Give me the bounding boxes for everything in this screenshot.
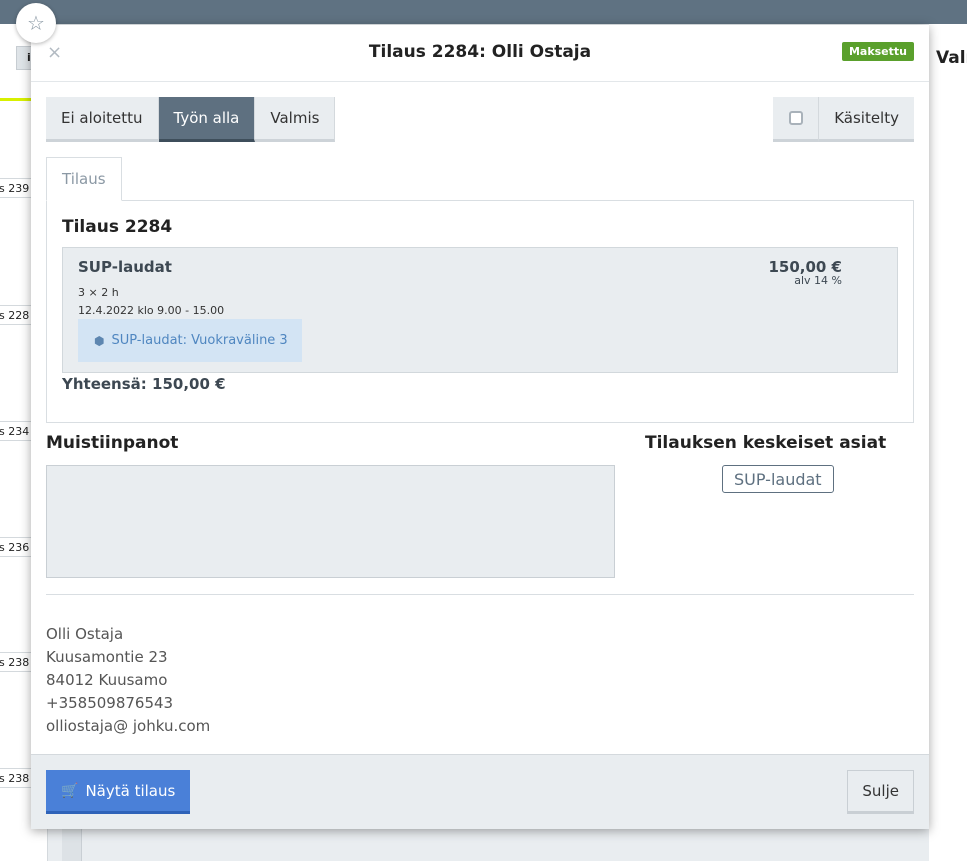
key-point-tag: SUP-laudat (722, 465, 834, 493)
customer-email: olliostaja@ johku.com (46, 717, 211, 735)
order-tab-panel: Tilaus 2284 SUP-laudat 3 × 2 h 12.4.2022… (46, 200, 914, 423)
app-topbar (0, 0, 967, 24)
close-button[interactable]: Sulje (847, 770, 914, 814)
notes-textarea[interactable] (46, 465, 615, 578)
key-points-heading: Tilauksen keskeiset asiat (645, 433, 887, 453)
payment-status-badge: Maksettu (841, 42, 914, 61)
item-quantity: 3 × 2 h (78, 286, 119, 299)
customer-street: Kuusamontie 23 (46, 648, 168, 666)
order-total: Yhteensä: 150,00 € (62, 375, 226, 393)
modal-title: Tilaus 2284: Olli Ostaja (368, 42, 592, 62)
order-heading: Tilaus 2284 (62, 217, 173, 237)
tab-order[interactable]: Tilaus (46, 157, 122, 201)
customer-phone: +358509876543 (46, 694, 174, 712)
favorite-star-button[interactable]: ☆ (16, 3, 56, 43)
modal-header: × Tilaus 2284: Olli Ostaja Maksettu (31, 25, 929, 82)
status-done-button[interactable]: Valmis (255, 97, 336, 142)
item-resource-label: SUP-laudat: Vuokraväline 3 (111, 333, 288, 348)
status-not-started-button[interactable]: Ei aloitettu (46, 97, 159, 142)
tab-bar: Tilaus (46, 157, 122, 201)
handled-checkbox[interactable] (773, 97, 820, 142)
background-right-panel (929, 24, 967, 861)
item-resource-link[interactable]: ⬢ SUP-laudat: Vuokraväline 3 (78, 319, 302, 362)
customer-contact: Olli Ostaja Kuusamontie 23 84012 Kuusamo… (46, 623, 210, 738)
notes-heading: Muistiinpanot (46, 433, 179, 453)
cube-icon: ⬢ (94, 333, 105, 348)
handled-toggle[interactable]: Käsitelty (773, 97, 914, 142)
order-modal: × Tilaus 2284: Olli Ostaja Maksettu Ei a… (31, 25, 929, 829)
customer-name: Olli Ostaja (46, 625, 124, 643)
customer-city: 84012 Kuusamo (46, 671, 168, 689)
checkbox-icon (788, 111, 803, 125)
item-date: 12.4.2022 klo 9.00 - 15.00 (78, 304, 225, 317)
item-name: SUP-laudat (78, 258, 172, 276)
background-right-label: Valı (936, 48, 967, 68)
status-in-progress-button[interactable]: Työn alla (158, 97, 256, 142)
show-order-button[interactable]: 🛒 Näytä tilaus (46, 770, 191, 814)
background-scroll-area (62, 829, 82, 861)
handled-label[interactable]: Käsitelty (819, 97, 914, 142)
order-line-item: SUP-laudat 3 × 2 h 12.4.2022 klo 9.00 - … (62, 247, 898, 373)
work-status-selector: Ei aloitettu Työn alla Valmis (46, 97, 336, 142)
show-order-label: Näytä tilaus (85, 781, 176, 800)
cart-icon: 🛒 (61, 782, 79, 799)
modal-footer: 🛒 Näytä tilaus Sulje (31, 754, 929, 829)
star-icon: ☆ (27, 11, 45, 35)
item-vat: alv 14 % (794, 274, 842, 287)
section-divider (46, 594, 914, 595)
